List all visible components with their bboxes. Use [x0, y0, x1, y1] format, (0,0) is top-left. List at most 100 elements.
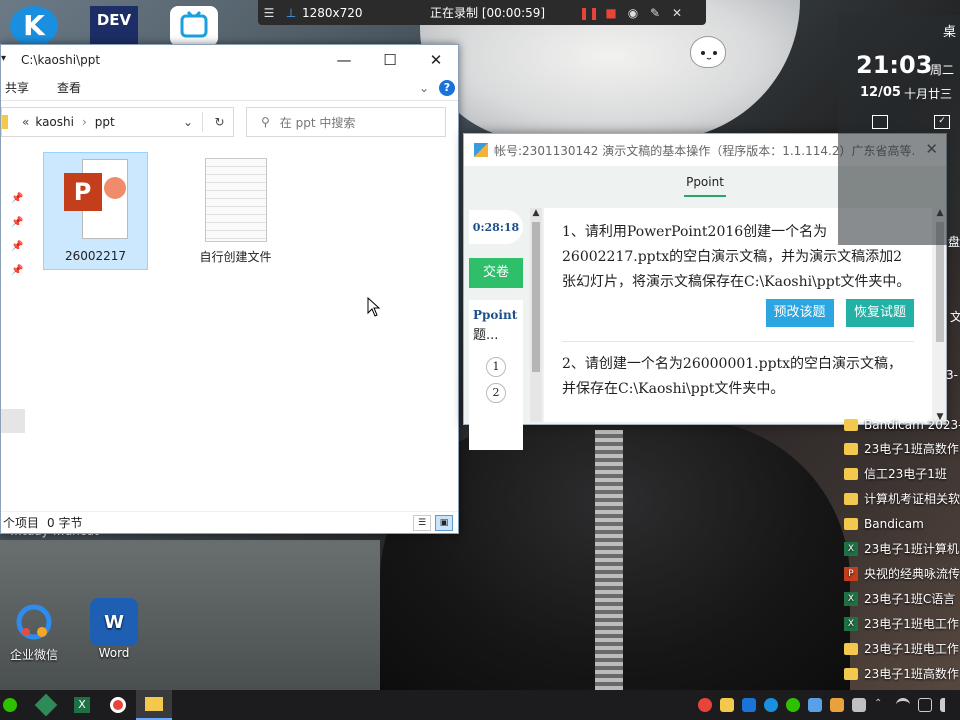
nav-pane: 📌 📌 📌 📌 — [1, 145, 25, 435]
taskbar-wechat-icon[interactable] — [0, 690, 20, 720]
file-item-blank[interactable]: 自行创建文件 — [183, 152, 288, 270]
modify-question-button[interactable]: 预改该题 — [765, 299, 834, 327]
wallpaper-zipper — [595, 430, 623, 690]
left-scrollbar[interactable]: ▲ — [530, 208, 542, 422]
desktop-list-item[interactable]: P 央视的经典咏流传 — [838, 561, 960, 586]
excel-file-icon: X — [844, 541, 858, 556]
question-number-button[interactable]: 1 — [486, 357, 506, 377]
desktop-app-tile-dev[interactable]: DEV — [90, 6, 138, 46]
tray-wifi-icon[interactable] — [896, 698, 910, 712]
desktop-list-item[interactable]: X 23电子1班计算机 — [838, 536, 960, 561]
desktop-clock-widget: 桌 21:03 周二 12/05 十月廿三 ✓ 盘 — [838, 15, 960, 249]
desktop-icon-label: Word — [98, 646, 130, 660]
file-item-pptx[interactable]: P 26002217 — [43, 152, 148, 270]
menu-icon[interactable]: ☰ — [258, 6, 280, 20]
scroll-thumb[interactable] — [532, 222, 540, 372]
stop-icon[interactable]: ■ — [600, 6, 622, 20]
side-fragment: 文 — [950, 310, 960, 324]
folder-icon — [844, 418, 858, 431]
camera-icon[interactable]: ◉ — [622, 6, 644, 20]
word-icon: W — [90, 598, 138, 646]
tray-k-app-icon[interactable] — [764, 698, 778, 712]
ribbon-tab-share[interactable]: 共享 — [5, 79, 29, 96]
list-item-label: 信工23电子1班 — [864, 467, 947, 481]
desktop-app-tile-tv[interactable] — [170, 6, 218, 46]
explorer-titlebar[interactable]: ▾ C:\kaoshi\ppt — ☐ ✕ — [1, 45, 458, 75]
desktop-list-item[interactable]: Bandicam 2023- — [838, 412, 960, 437]
quick-access-chevron-icon[interactable]: ▾ — [1, 53, 6, 64]
details-view-icon[interactable]: ☰ — [413, 515, 431, 531]
submit-exam-button[interactable]: 交卷 — [469, 258, 523, 288]
restore-question-button[interactable]: 恢复试题 — [845, 299, 914, 327]
folder-icon — [844, 517, 858, 530]
pin-icon[interactable]: 📌 — [11, 265, 23, 276]
tray-wechat-icon[interactable] — [786, 698, 800, 712]
tray-battery-icon[interactable] — [918, 698, 932, 712]
question-list-subheader: 题... — [473, 328, 499, 343]
scroll-up-icon[interactable]: ▲ — [530, 208, 542, 218]
excel-file-icon: X — [844, 591, 858, 606]
desktop-list-item[interactable]: 23电子1班高数作 — [838, 436, 960, 461]
desktop-list-item[interactable]: X 23电子1班C语言 — [838, 586, 960, 611]
large-icons-view-icon[interactable]: ▣ — [435, 515, 453, 531]
close-button[interactable]: ✕ — [413, 45, 459, 75]
tray-app-icon[interactable] — [852, 698, 866, 712]
desktop-list-item[interactable]: 计算机考证相关软 — [838, 486, 960, 511]
address-divider — [202, 112, 203, 132]
taskbar-cube-app-icon[interactable] — [28, 690, 64, 720]
desktop-list-item[interactable]: 信工23电子1班 — [838, 461, 960, 486]
pen-icon[interactable]: ✎ — [644, 6, 666, 20]
pin-icon[interactable]: ⊥ — [280, 6, 302, 20]
address-dropdown-icon[interactable]: ⌄ — [183, 115, 193, 129]
question-number-button[interactable]: 2 — [486, 383, 506, 403]
taskbar-file-explorer-icon[interactable] — [136, 690, 172, 720]
ribbon-expand-chevron-icon[interactable]: ⌄ — [419, 81, 429, 95]
check-icon[interactable]: ✓ — [934, 115, 950, 129]
tray-folder-icon[interactable] — [720, 698, 734, 712]
desktop-icon-wecom[interactable]: 企业微信 — [4, 598, 64, 663]
pin-icon[interactable]: 📌 — [11, 241, 23, 252]
desktop-list-item[interactable]: 23电子1班电工作 — [838, 636, 960, 661]
breadcrumb-kaoshi[interactable]: kaoshi — [35, 115, 74, 129]
desktop-list-item[interactable]: Bandicam — [838, 511, 960, 536]
desktop-icon-word[interactable]: W Word — [84, 598, 144, 660]
taskbar-recorder-icon[interactable] — [100, 690, 136, 720]
desktop-app-tile-k[interactable]: K — [10, 6, 58, 46]
tray-volume-icon[interactable] — [940, 698, 954, 712]
pin-icon[interactable]: 📌 — [11, 193, 23, 204]
taskbar-excel-icon[interactable]: X — [64, 690, 100, 720]
question-list: Ppoint 题... 1 2 — [469, 300, 523, 450]
breadcrumb-prefix[interactable]: « — [22, 115, 29, 129]
close-icon[interactable]: ✕ — [666, 6, 688, 20]
question-actions: 预改该题 恢复试题 — [562, 299, 914, 327]
pause-icon[interactable]: ❚❚ — [578, 6, 600, 20]
desktop-list-item[interactable]: X 23电子1班电工作 — [838, 611, 960, 636]
recorder-resolution: 1280x720 — [302, 5, 363, 20]
nav-selected-item[interactable] — [1, 409, 25, 433]
tray-cloud-icon[interactable] — [808, 698, 822, 712]
breadcrumb-ppt[interactable]: ppt — [95, 115, 115, 129]
tray-bluetooth-icon[interactable] — [742, 698, 756, 712]
tab-ppoint[interactable]: Ppoint — [684, 169, 726, 197]
file-explorer-window[interactable]: ▾ C:\kaoshi\ppt — ☐ ✕ 共享 查看 ⌄ ? « kaoshi… — [0, 44, 459, 534]
calendar-icon[interactable] — [872, 115, 888, 129]
tray-shield-icon[interactable] — [830, 698, 844, 712]
tray-chevron-icon[interactable]: ⌃ — [874, 698, 888, 712]
help-icon[interactable]: ? — [439, 80, 455, 96]
address-bar[interactable]: « kaoshi › ppt ⌄ — [1, 107, 234, 137]
maximize-button[interactable]: ☐ — [367, 45, 413, 75]
list-item-label: 23电子1班计算机 — [864, 542, 959, 556]
screen-recorder-bar: ☰ ⊥ 1280x720 正在录制 [00:00:59] ❚❚ ■ ◉ ✎ ✕ — [258, 0, 706, 25]
desktop-list-item[interactable]: 23电子1班高数作 — [838, 661, 960, 686]
pin-icon[interactable]: 📌 — [11, 217, 23, 228]
list-item-label: Bandicam 2023- — [864, 417, 960, 432]
powerpoint-file-icon: P — [63, 159, 128, 239]
tray-record-icon[interactable] — [698, 698, 712, 712]
wallpaper-cat-sticker — [690, 36, 726, 68]
ribbon-tab-view[interactable]: 查看 — [57, 79, 81, 96]
folder-icon — [844, 492, 858, 505]
refresh-button[interactable]: ↻ — [206, 107, 234, 137]
explorer-status-bar: 个项目 0 字节 ☰ ▣ — [1, 511, 458, 533]
search-input[interactable]: ⚲ 在 ppt 中搜索 — [246, 107, 446, 137]
minimize-button[interactable]: — — [321, 45, 367, 75]
